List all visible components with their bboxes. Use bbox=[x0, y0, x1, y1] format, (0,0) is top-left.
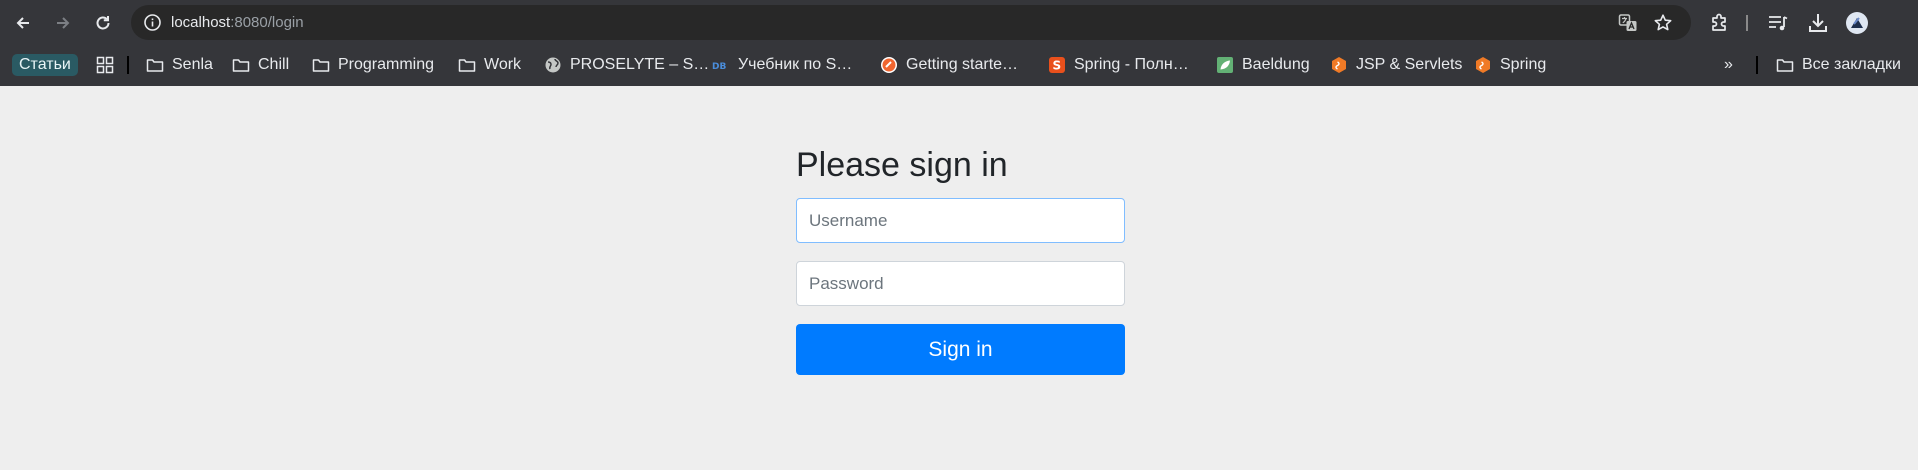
password-input[interactable] bbox=[796, 261, 1125, 306]
info-icon[interactable] bbox=[143, 13, 162, 32]
folder-icon bbox=[458, 59, 476, 72]
browser-chrome: localhost:8080/login Статьи Senla Chill … bbox=[0, 0, 1918, 86]
reload-icon bbox=[96, 16, 110, 30]
bookmark-folder-chill[interactable]: Chill bbox=[232, 51, 289, 79]
bookmarks-bar: Статьи Senla Chill Programming Work PROS… bbox=[0, 46, 1918, 84]
overflow-chevron-icon: » bbox=[1724, 56, 1733, 73]
bookmarks-overflow-button[interactable]: » bbox=[1724, 51, 1733, 79]
bookmark-proselyte[interactable]: PROSELYTE – S… bbox=[544, 51, 709, 79]
bookmark-chip-stati[interactable]: Статьи bbox=[12, 54, 78, 76]
extensions-icon[interactable] bbox=[1708, 11, 1732, 35]
profile-icon[interactable] bbox=[1845, 11, 1869, 35]
bookmark-folder-work[interactable]: Work bbox=[458, 51, 521, 79]
folder-icon bbox=[232, 59, 250, 72]
bookmark-folder-senla[interactable]: Senla bbox=[146, 51, 213, 79]
bookmark-jsp-servlets[interactable]: JSP & Servlets bbox=[1330, 51, 1462, 79]
bookmark-label: Учебник по S… bbox=[738, 56, 853, 73]
reload-button[interactable] bbox=[88, 8, 118, 38]
page-title: Please sign in bbox=[796, 146, 1008, 184]
globe-icon bbox=[545, 57, 561, 73]
bookmark-spring-full[interactable]: S Spring - Полн… bbox=[1048, 51, 1189, 79]
svg-text:DB: DB bbox=[712, 62, 726, 72]
translate-icon[interactable] bbox=[1618, 13, 1638, 33]
bookmark-label: Spring - Полн… bbox=[1074, 56, 1189, 73]
folder-icon bbox=[1776, 59, 1794, 72]
all-bookmarks-button[interactable]: Все закладки bbox=[1776, 51, 1901, 79]
hex-icon bbox=[1476, 57, 1490, 73]
bookmark-label: Chill bbox=[258, 56, 290, 73]
bookmark-label: PROSELYTE – S… bbox=[570, 56, 710, 73]
username-input[interactable] bbox=[796, 198, 1125, 243]
login-form: Please sign in Sign in bbox=[796, 140, 1125, 375]
back-button[interactable] bbox=[8, 8, 38, 38]
hex-icon bbox=[1332, 57, 1346, 73]
bookmark-spring[interactable]: Spring bbox=[1474, 51, 1546, 79]
bookmark-label: Programming bbox=[338, 56, 435, 73]
download-icon[interactable] bbox=[1806, 11, 1830, 35]
bookmark-label: Senla bbox=[172, 56, 213, 73]
star-icon[interactable] bbox=[1653, 13, 1673, 33]
db-icon: DB bbox=[712, 62, 726, 72]
bookmark-label: Все закладки bbox=[1802, 56, 1901, 73]
url-text[interactable]: localhost:8080/login bbox=[171, 5, 304, 40]
folder-icon bbox=[146, 59, 164, 72]
bookmark-baeldung[interactable]: Baeldung bbox=[1216, 51, 1310, 79]
site-icon bbox=[881, 57, 897, 73]
apps-grid-icon[interactable] bbox=[96, 56, 114, 74]
bookmark-folder-programming[interactable]: Programming bbox=[312, 51, 434, 79]
s-icon: S bbox=[1049, 57, 1065, 73]
url-path: :8080/login bbox=[230, 14, 304, 31]
bookmark-label: Spring bbox=[1500, 56, 1547, 73]
bookmark-divider bbox=[127, 56, 129, 74]
bookmark-label: JSP & Servlets bbox=[1356, 56, 1463, 73]
toolbar-divider bbox=[1746, 15, 1748, 31]
address-bar[interactable]: localhost:8080/login bbox=[131, 5, 1691, 40]
url-host: localhost bbox=[171, 14, 231, 31]
bookmark-divider bbox=[1756, 56, 1758, 74]
media-icon[interactable] bbox=[1766, 11, 1790, 35]
forward-icon bbox=[57, 17, 70, 29]
forward-button[interactable] bbox=[48, 8, 78, 38]
folder-icon bbox=[312, 59, 330, 72]
browser-toolbar: localhost:8080/login bbox=[0, 0, 1918, 46]
sign-in-button[interactable]: Sign in bbox=[796, 324, 1125, 375]
leaf-icon bbox=[1217, 57, 1233, 73]
back-icon bbox=[16, 17, 29, 29]
bookmark-label: Work bbox=[484, 56, 522, 73]
bookmark-label: Getting starte… bbox=[906, 56, 1019, 73]
bookmark-label: Baeldung bbox=[1242, 56, 1310, 73]
bookmark-db-tutorial[interactable]: DB Учебник по S… bbox=[712, 51, 852, 79]
svg-text:S: S bbox=[1053, 59, 1062, 73]
bookmark-getting-started[interactable]: Getting starte… bbox=[880, 51, 1018, 79]
